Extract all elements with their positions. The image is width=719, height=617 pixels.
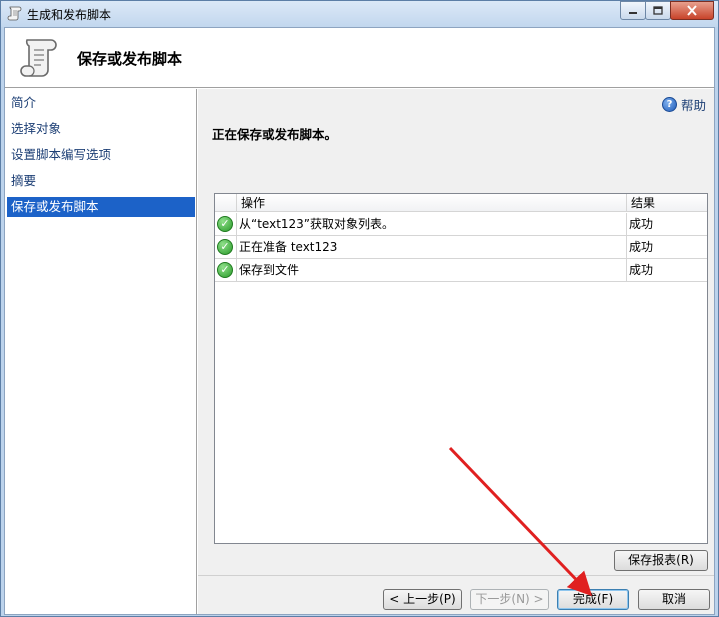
next-button[interactable]: 下一步(N) > bbox=[470, 589, 549, 610]
title-bar[interactable]: 生成和发布脚本 bbox=[1, 1, 718, 27]
cancel-button[interactable]: 取消 bbox=[638, 589, 710, 610]
close-icon[interactable] bbox=[670, 1, 714, 20]
header-banner: 保存或发布脚本 bbox=[5, 28, 714, 88]
success-check-icon: ✓ bbox=[217, 239, 233, 255]
help-link[interactable]: ? 帮助 bbox=[661, 95, 706, 114]
action-cell: 正在准备 text123 bbox=[237, 236, 627, 258]
finish-button[interactable]: 完成(F) bbox=[557, 589, 629, 610]
status-column-header bbox=[215, 194, 237, 212]
result-cell: 成功 bbox=[629, 263, 654, 277]
prev-button[interactable]: < 上一步(P) bbox=[383, 589, 462, 610]
success-check-icon: ✓ bbox=[217, 262, 233, 278]
nav-item-summary[interactable]: 摘要 bbox=[7, 171, 195, 191]
wizard-nav: 简介 选择对象 设置脚本编写选项 摘要 保存或发布脚本 bbox=[5, 89, 197, 614]
help-icon: ? bbox=[661, 97, 677, 112]
script-scroll-icon bbox=[20, 39, 57, 77]
window-title: 生成和发布脚本 bbox=[27, 8, 112, 22]
table-row[interactable]: ✓ 保存到文件 成功 bbox=[215, 259, 707, 282]
nav-item-save-publish[interactable]: 保存或发布脚本 bbox=[7, 197, 195, 217]
dialog-window: 生成和发布脚本 保存或发布脚本 简介 选择对象 设置脚本编写选项 摘要 保存或发… bbox=[0, 0, 719, 617]
grid-header: 操作 结果 bbox=[215, 194, 707, 212]
results-grid[interactable]: 操作 结果 ✓ 从“text123”获取对象列表。 成功 ✓ 正在准备 text… bbox=[214, 193, 708, 544]
column-header-action[interactable]: 操作 bbox=[237, 194, 627, 212]
table-row[interactable]: ✓ 从“text123”获取对象列表。 成功 bbox=[215, 213, 707, 236]
save-report-button[interactable]: 保存报表(R) bbox=[614, 550, 708, 571]
footer-divider bbox=[198, 575, 714, 576]
action-cell: 从“text123”获取对象列表。 bbox=[237, 213, 627, 235]
success-check-icon: ✓ bbox=[217, 216, 233, 232]
table-row[interactable]: ✓ 正在准备 text123 成功 bbox=[215, 236, 707, 259]
page-title: 保存或发布脚本 bbox=[77, 50, 183, 68]
minimize-icon[interactable] bbox=[620, 1, 646, 20]
nav-item-select-objects[interactable]: 选择对象 bbox=[7, 119, 195, 139]
window-controls bbox=[620, 1, 714, 21]
action-cell: 保存到文件 bbox=[237, 259, 627, 281]
script-scroll-icon bbox=[7, 6, 22, 21]
result-cell: 成功 bbox=[629, 240, 654, 254]
main-panel: ? 帮助 正在保存或发布脚本。 操作 结果 ✓ 从“text123”获取对象列表… bbox=[198, 89, 714, 614]
result-cell: 成功 bbox=[629, 217, 654, 231]
help-label: 帮助 bbox=[680, 98, 706, 113]
progress-heading: 正在保存或发布脚本。 bbox=[212, 127, 338, 142]
nav-item-scripting-options[interactable]: 设置脚本编写选项 bbox=[7, 145, 195, 165]
dialog-client: 保存或发布脚本 简介 选择对象 设置脚本编写选项 摘要 保存或发布脚本 ? 帮助… bbox=[4, 27, 715, 615]
column-header-result[interactable]: 结果 bbox=[627, 194, 707, 212]
nav-item-intro[interactable]: 简介 bbox=[7, 93, 195, 113]
maximize-icon[interactable] bbox=[645, 1, 671, 20]
